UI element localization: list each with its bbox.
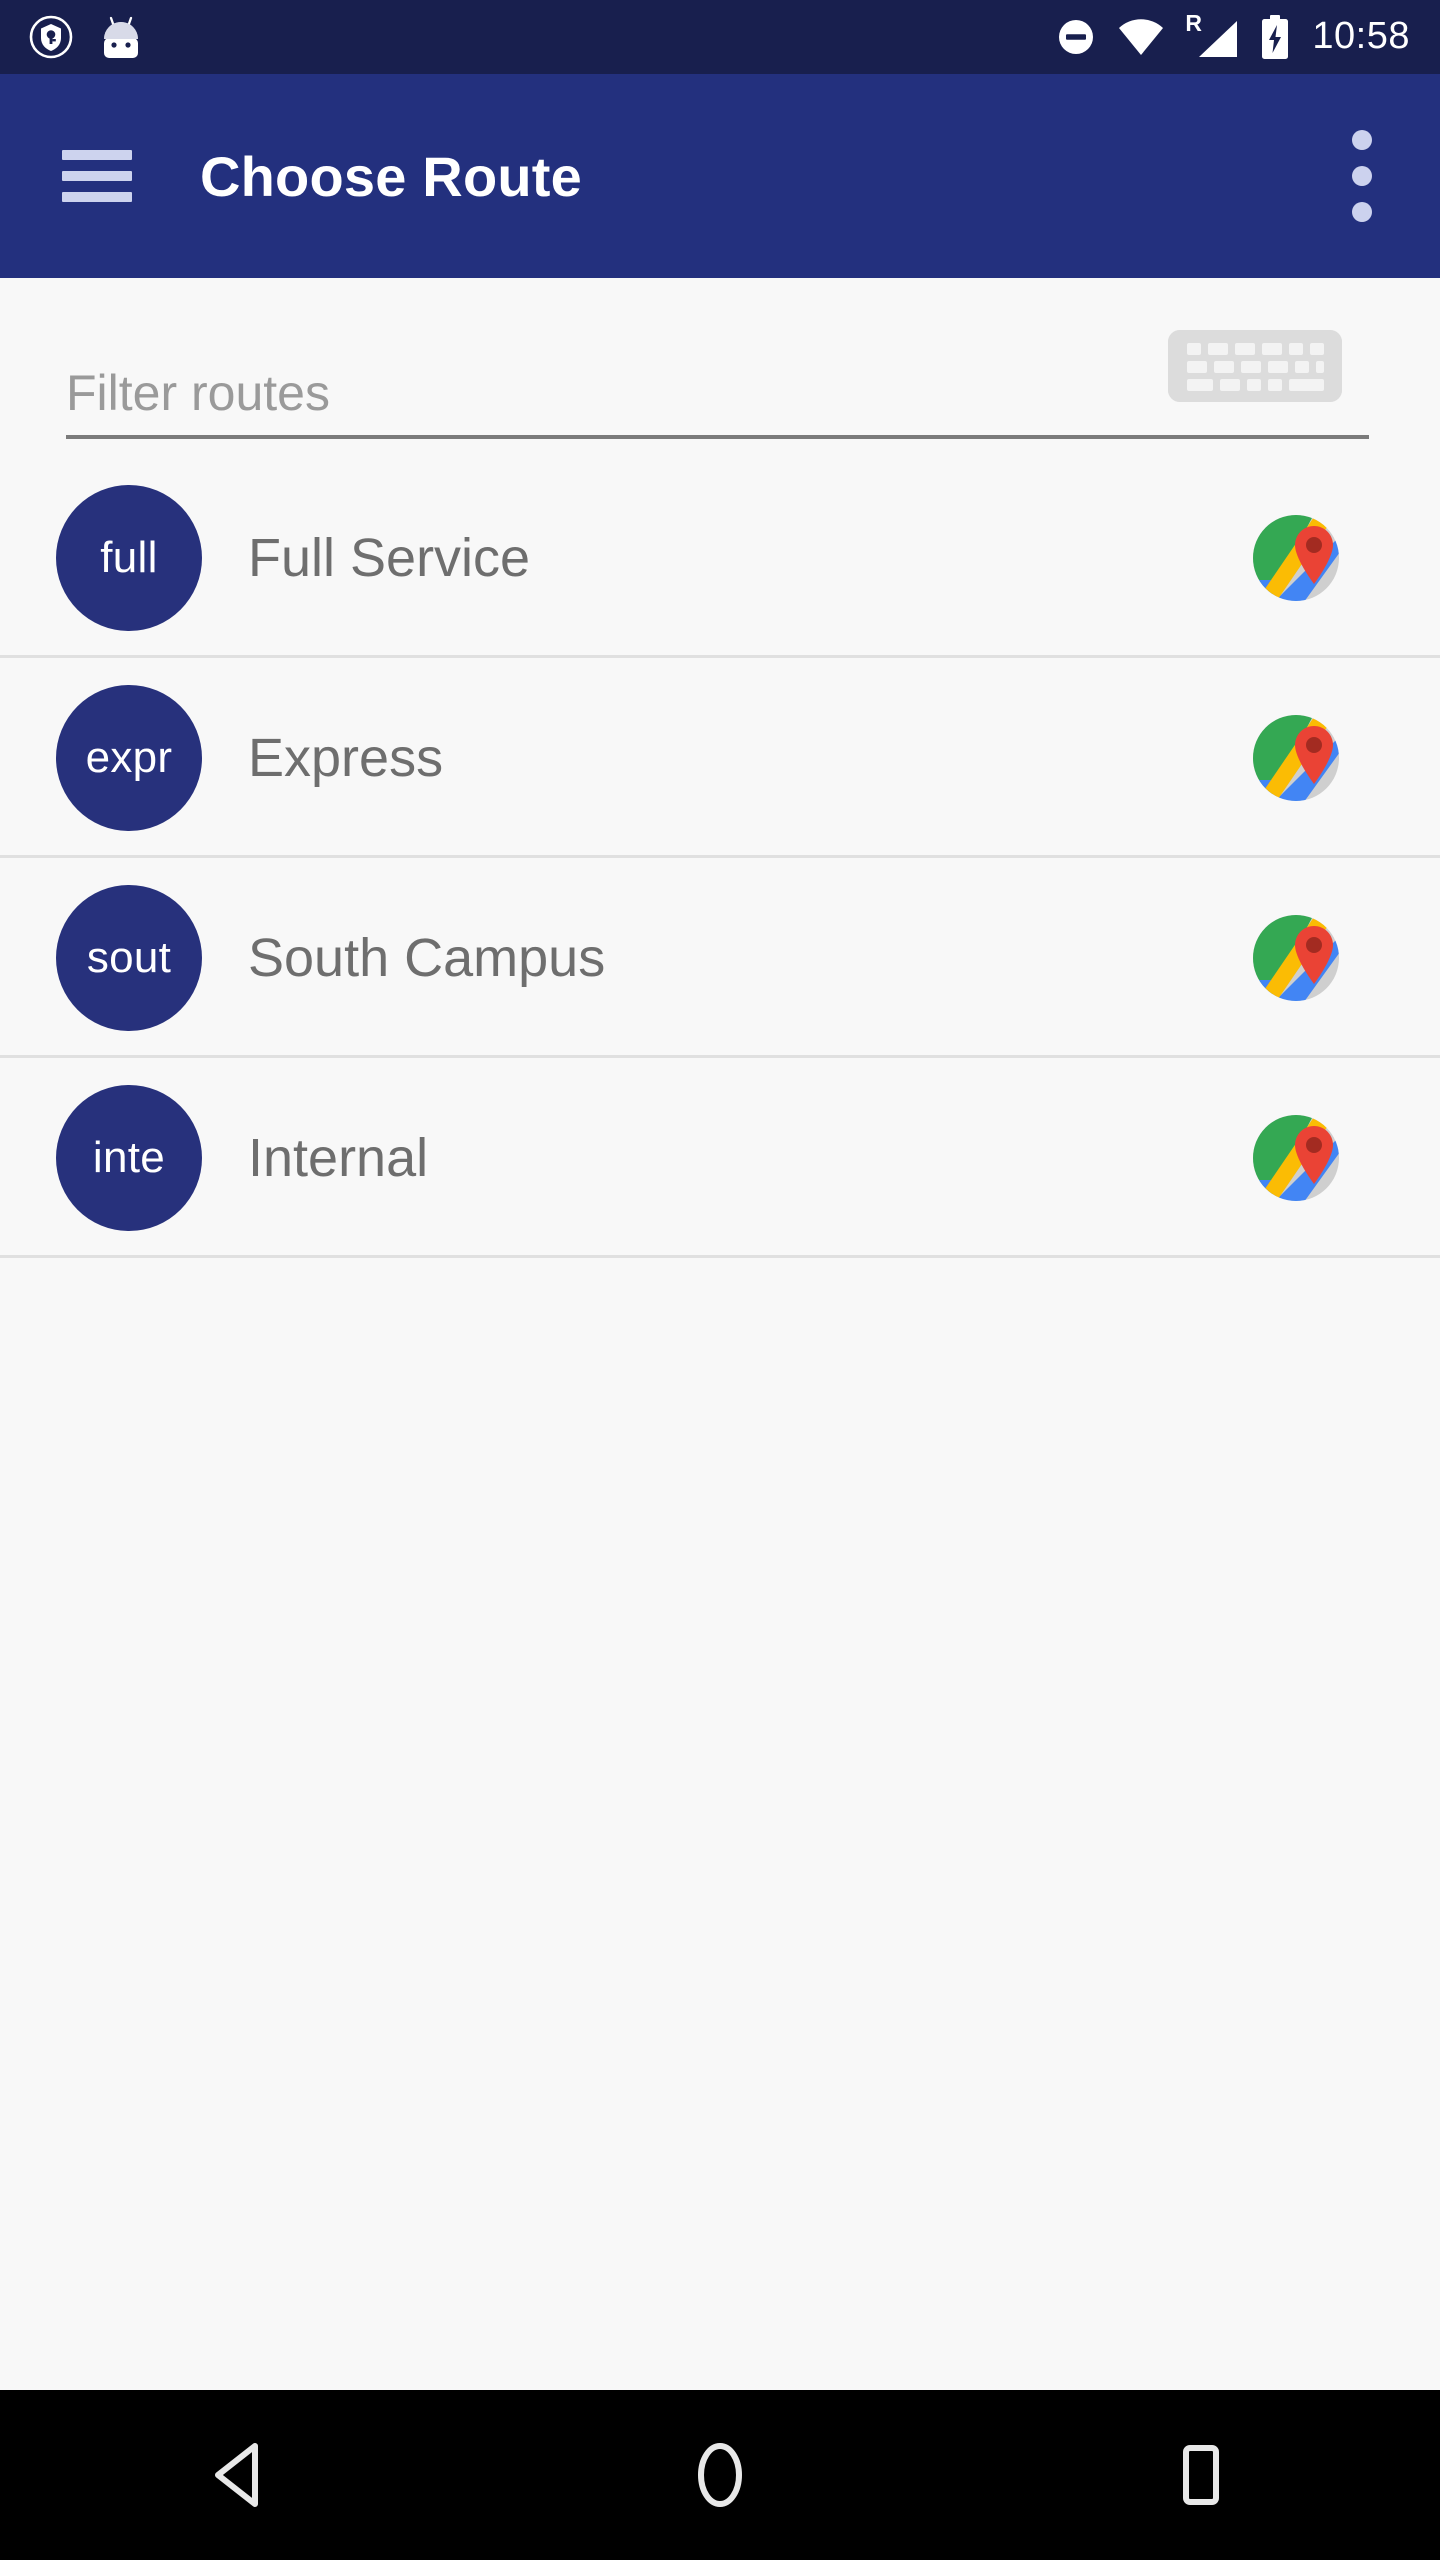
route-list-item[interactable]: expr Express	[0, 658, 1440, 858]
status-bar-clock: 10:58	[1312, 15, 1410, 57]
home-circle-icon	[698, 2443, 742, 2507]
hamburger-bar	[62, 192, 132, 202]
vpn-key-icon	[28, 14, 74, 60]
overflow-dot	[1352, 130, 1372, 150]
google-maps-icon[interactable]	[1252, 514, 1340, 602]
back-triangle-icon	[215, 2443, 258, 2507]
route-avatar: expr	[56, 685, 202, 831]
overflow-dot	[1352, 202, 1372, 222]
route-avatar: inte	[56, 1085, 202, 1231]
route-list-item[interactable]: sout South Campus	[0, 858, 1440, 1058]
page-title: Choose Route	[200, 144, 582, 208]
route-name-label: Internal	[248, 1128, 429, 1188]
home-button[interactable]	[480, 2441, 960, 2509]
route-list-item[interactable]: inte Internal	[0, 1058, 1440, 1258]
status-bar-left-icons	[0, 14, 142, 60]
hamburger-bar	[62, 150, 132, 160]
route-avatar: sout	[56, 885, 202, 1031]
filter-routes-input[interactable]: Filter routes	[66, 368, 330, 418]
google-maps-icon[interactable]	[1252, 714, 1340, 802]
route-list: full Full Service expr Express sout Sout…	[0, 458, 1440, 1258]
status-bar-right-icons: R 10:58	[1056, 12, 1440, 59]
google-maps-icon	[1253, 915, 1339, 1001]
keyboard-icon[interactable]	[1168, 330, 1342, 402]
recents-button[interactable]	[960, 2441, 1440, 2509]
android-easter-egg-icon	[100, 15, 142, 59]
battery-charging-icon	[1260, 15, 1290, 59]
hamburger-menu-icon[interactable]	[62, 150, 132, 202]
back-button[interactable]	[0, 2441, 480, 2509]
route-name-label: South Campus	[248, 928, 606, 988]
cellular-signal-roaming-icon: R	[1185, 12, 1238, 58]
android-navigation-bar	[0, 2390, 1440, 2560]
app-bar: Choose Route	[0, 74, 1440, 278]
hamburger-bar	[62, 171, 132, 181]
wifi-icon	[1118, 18, 1164, 56]
google-maps-icon	[1253, 515, 1339, 601]
route-list-item[interactable]: full Full Service	[0, 458, 1440, 658]
filter-input-underline	[66, 435, 1369, 439]
google-maps-icon	[1253, 715, 1339, 801]
google-maps-icon	[1253, 1115, 1339, 1201]
route-name-label: Full Service	[248, 528, 531, 588]
route-avatar: full	[56, 485, 202, 631]
google-maps-icon[interactable]	[1252, 914, 1340, 1002]
overflow-menu-icon[interactable]	[1352, 130, 1372, 222]
filter-section: Filter routes	[0, 278, 1440, 458]
recents-square-icon	[1183, 2445, 1219, 2505]
phone-screen: R 10:58 Choose Route Filter routes full …	[0, 0, 1440, 2560]
status-bar: R 10:58	[0, 0, 1440, 74]
list-divider	[0, 1255, 1440, 1258]
google-maps-icon[interactable]	[1252, 1114, 1340, 1202]
overflow-dot	[1352, 166, 1372, 186]
do-not-disturb-icon	[1056, 17, 1096, 57]
route-name-label: Express	[248, 728, 444, 788]
